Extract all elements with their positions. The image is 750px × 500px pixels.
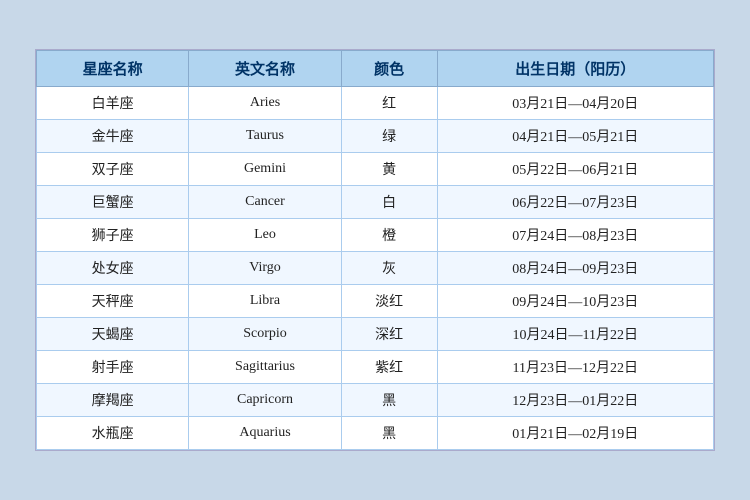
cell-date: 07月24日—08月23日 [437, 219, 713, 252]
cell-date: 11月23日—12月22日 [437, 351, 713, 384]
cell-chinese: 金牛座 [37, 120, 189, 153]
cell-date: 10月24日—11月22日 [437, 318, 713, 351]
table-row: 巨蟹座Cancer白06月22日—07月23日 [37, 186, 714, 219]
table-row: 双子座Gemini黄05月22日—06月21日 [37, 153, 714, 186]
cell-date: 06月22日—07月23日 [437, 186, 713, 219]
cell-color: 淡红 [341, 285, 437, 318]
cell-color: 白 [341, 186, 437, 219]
col-header-color: 颜色 [341, 51, 437, 87]
table-row: 水瓶座Aquarius黑01月21日—02月19日 [37, 417, 714, 450]
cell-english: Aquarius [189, 417, 341, 450]
table-row: 狮子座Leo橙07月24日—08月23日 [37, 219, 714, 252]
cell-chinese: 双子座 [37, 153, 189, 186]
cell-english: Sagittarius [189, 351, 341, 384]
zodiac-table-container: 星座名称 英文名称 颜色 出生日期（阳历） 白羊座Aries红03月21日—04… [35, 49, 715, 451]
cell-english: Leo [189, 219, 341, 252]
col-header-english: 英文名称 [189, 51, 341, 87]
cell-color: 黄 [341, 153, 437, 186]
table-row: 射手座Sagittarius紫红11月23日—12月22日 [37, 351, 714, 384]
cell-color: 黑 [341, 384, 437, 417]
table-row: 处女座Virgo灰08月24日—09月23日 [37, 252, 714, 285]
cell-chinese: 狮子座 [37, 219, 189, 252]
cell-english: Capricorn [189, 384, 341, 417]
table-row: 天秤座Libra淡红09月24日—10月23日 [37, 285, 714, 318]
cell-color: 绿 [341, 120, 437, 153]
table-header-row: 星座名称 英文名称 颜色 出生日期（阳历） [37, 51, 714, 87]
table-row: 摩羯座Capricorn黑12月23日—01月22日 [37, 384, 714, 417]
cell-english: Aries [189, 87, 341, 120]
cell-english: Cancer [189, 186, 341, 219]
cell-chinese: 摩羯座 [37, 384, 189, 417]
cell-english: Virgo [189, 252, 341, 285]
cell-date: 04月21日—05月21日 [437, 120, 713, 153]
cell-color: 深红 [341, 318, 437, 351]
cell-date: 05月22日—06月21日 [437, 153, 713, 186]
table-row: 金牛座Taurus绿04月21日—05月21日 [37, 120, 714, 153]
cell-color: 红 [341, 87, 437, 120]
cell-date: 08月24日—09月23日 [437, 252, 713, 285]
cell-english: Scorpio [189, 318, 341, 351]
cell-chinese: 处女座 [37, 252, 189, 285]
cell-chinese: 天蝎座 [37, 318, 189, 351]
cell-english: Taurus [189, 120, 341, 153]
cell-english: Gemini [189, 153, 341, 186]
cell-color: 灰 [341, 252, 437, 285]
col-header-chinese: 星座名称 [37, 51, 189, 87]
cell-color: 黑 [341, 417, 437, 450]
table-row: 天蝎座Scorpio深红10月24日—11月22日 [37, 318, 714, 351]
cell-chinese: 水瓶座 [37, 417, 189, 450]
cell-color: 紫红 [341, 351, 437, 384]
col-header-date: 出生日期（阳历） [437, 51, 713, 87]
cell-date: 12月23日—01月22日 [437, 384, 713, 417]
cell-chinese: 巨蟹座 [37, 186, 189, 219]
cell-date: 01月21日—02月19日 [437, 417, 713, 450]
cell-color: 橙 [341, 219, 437, 252]
cell-chinese: 白羊座 [37, 87, 189, 120]
cell-chinese: 射手座 [37, 351, 189, 384]
cell-english: Libra [189, 285, 341, 318]
table-row: 白羊座Aries红03月21日—04月20日 [37, 87, 714, 120]
cell-date: 03月21日—04月20日 [437, 87, 713, 120]
cell-chinese: 天秤座 [37, 285, 189, 318]
cell-date: 09月24日—10月23日 [437, 285, 713, 318]
zodiac-table: 星座名称 英文名称 颜色 出生日期（阳历） 白羊座Aries红03月21日—04… [36, 50, 714, 450]
